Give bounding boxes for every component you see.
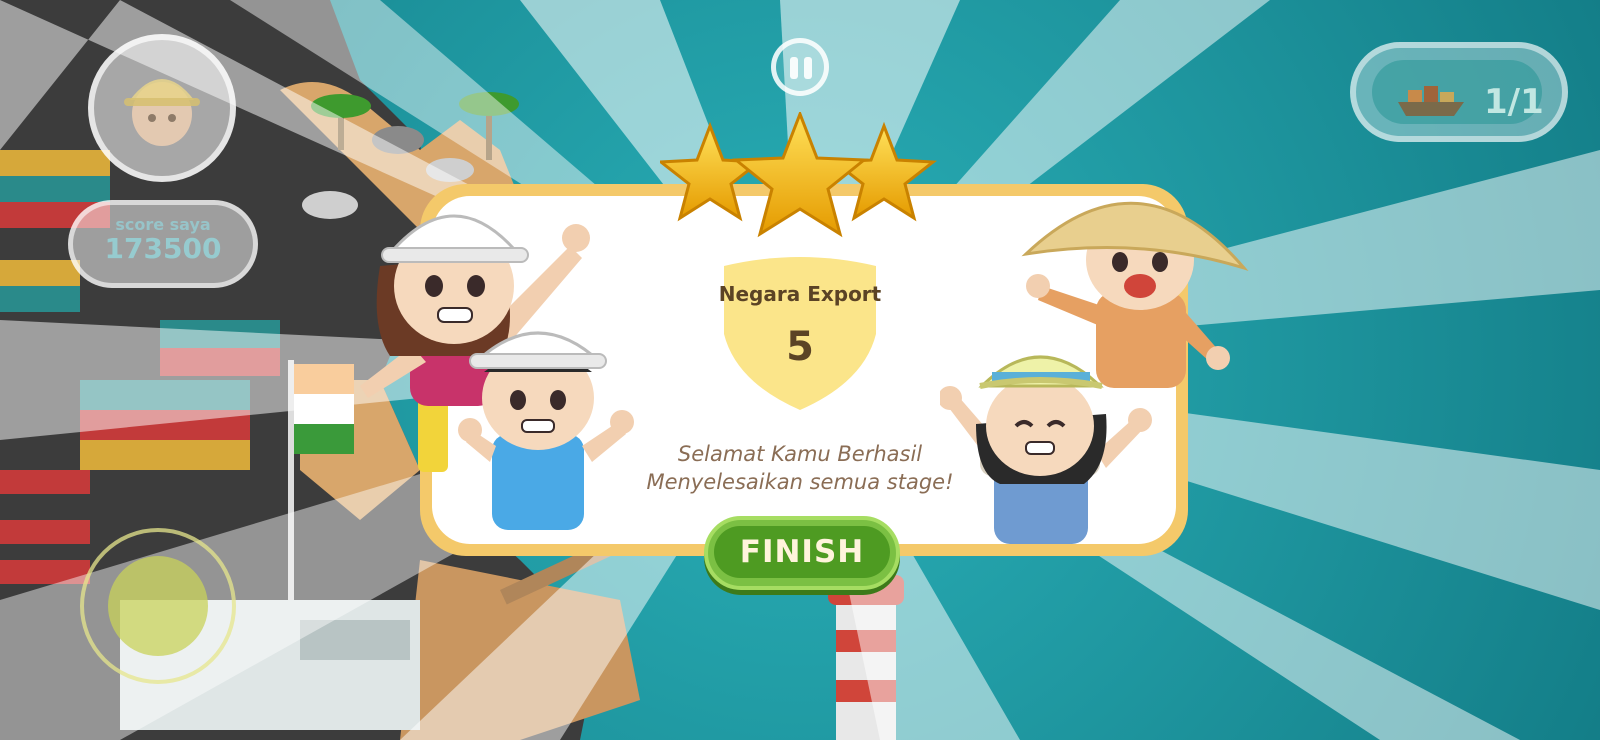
star-icon xyxy=(731,112,869,238)
character-girl-farmer xyxy=(940,355,1152,544)
joystick[interactable] xyxy=(80,528,236,684)
star-icon xyxy=(660,121,764,222)
avatar-icon xyxy=(124,79,200,146)
joystick-knob[interactable] xyxy=(108,556,208,656)
pause-button[interactable] xyxy=(771,38,829,96)
player-avatar[interactable] xyxy=(88,34,236,182)
congratulations-message: Selamat Kamu Berhasil Menyelesaikan semu… xyxy=(630,440,970,496)
message-line-1: Selamat Kamu Berhasil xyxy=(677,442,923,466)
progress-counter: 1/1 xyxy=(1350,42,1568,142)
score-value: 173500 xyxy=(104,232,222,265)
rating-stars xyxy=(660,112,938,238)
message-line-2: Menyelesaikan semua stage! xyxy=(646,470,954,494)
score-panel: score saya 173500 xyxy=(68,200,258,288)
badge-title: Negara Export xyxy=(718,282,882,306)
character-boy-engineer xyxy=(458,331,634,530)
finish-button-label: FINISH xyxy=(739,534,865,570)
badge-value: 5 xyxy=(786,324,814,370)
progress-text: 1/1 xyxy=(1484,82,1544,122)
cargo-ship-icon xyxy=(1398,86,1464,116)
finish-button[interactable]: FINISH xyxy=(704,516,900,590)
